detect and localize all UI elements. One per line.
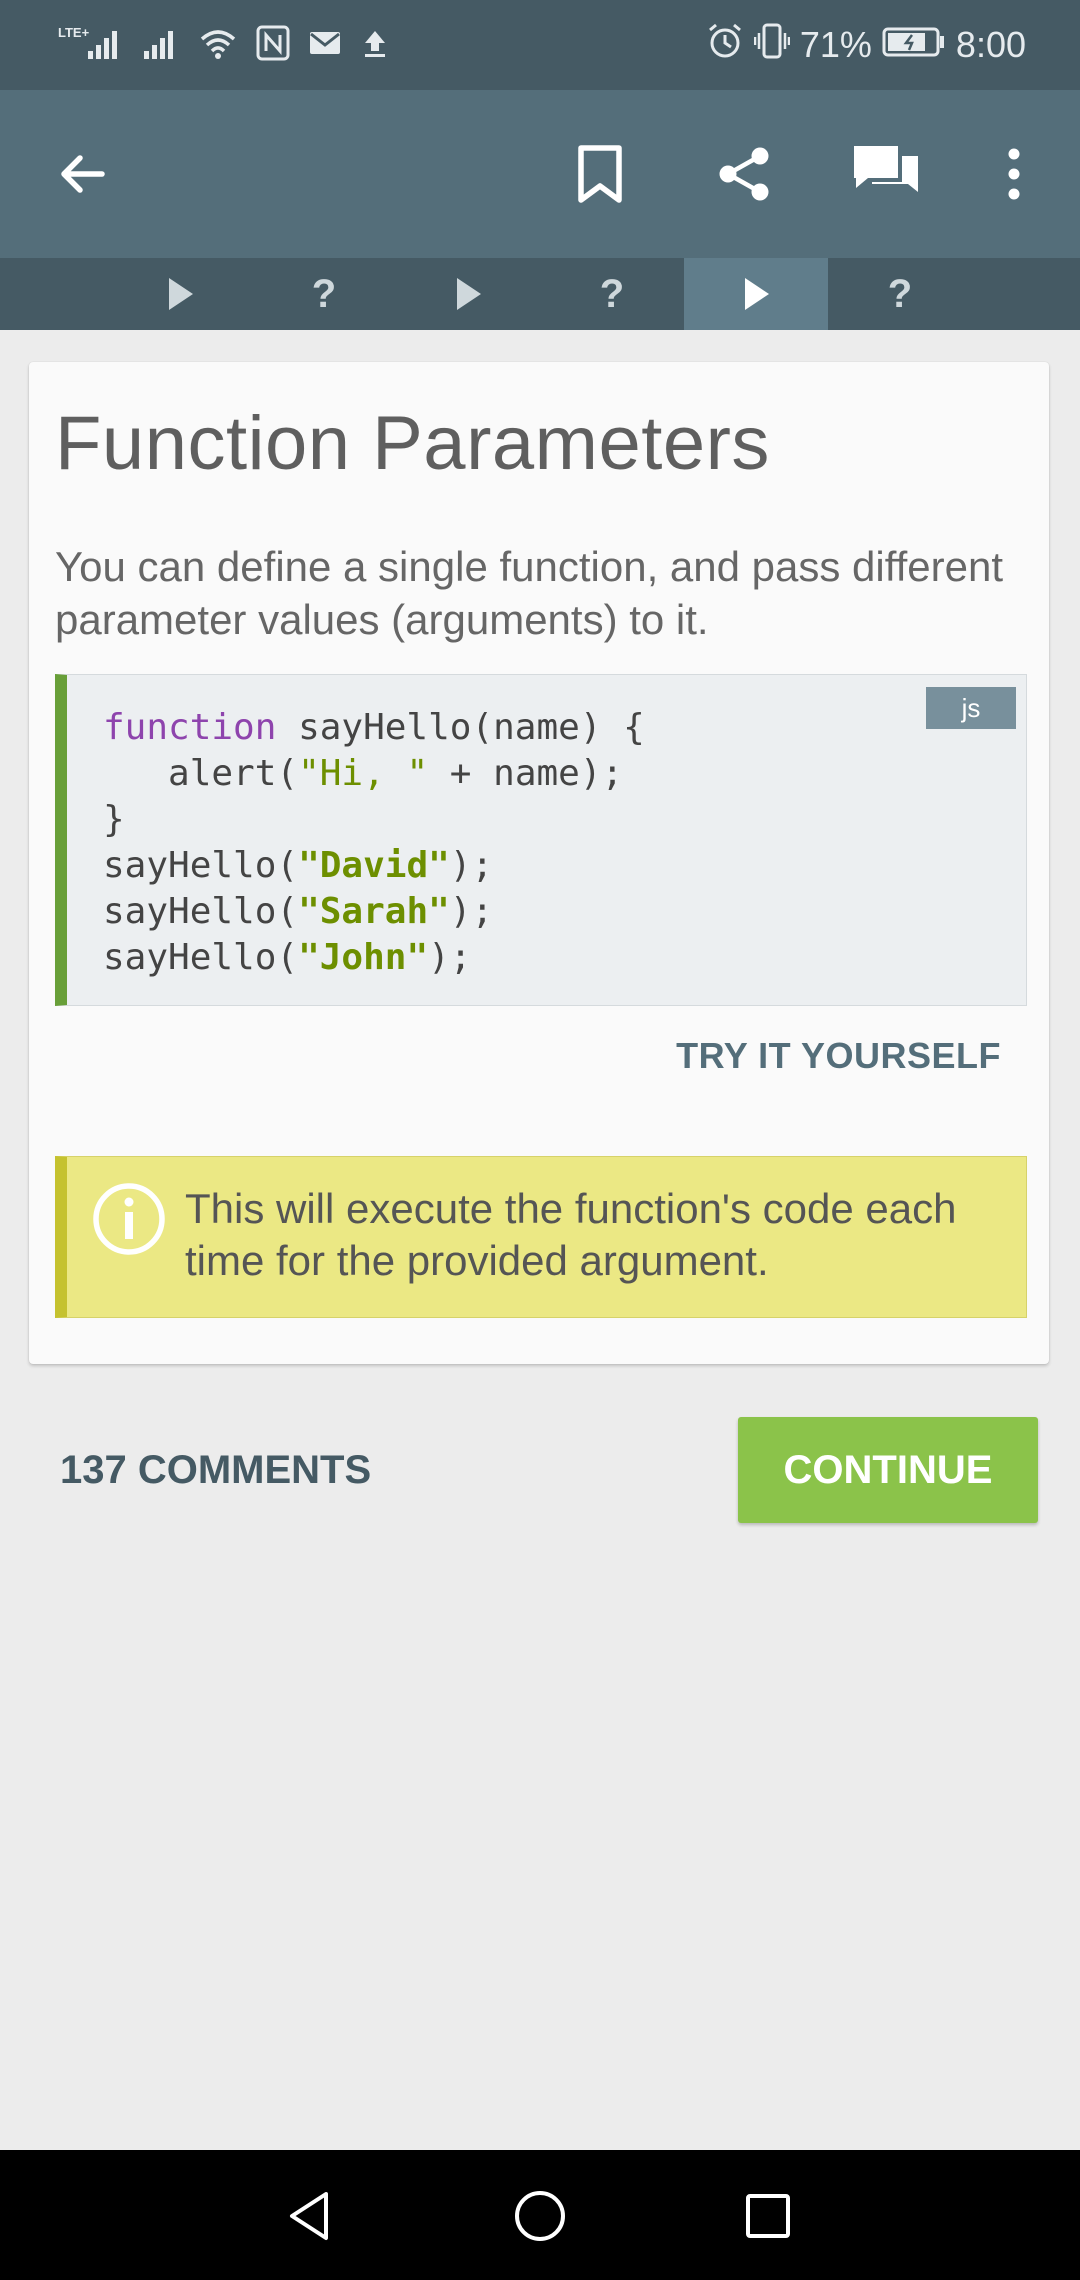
wifi-icon <box>198 23 238 68</box>
quiz-icon: ? <box>887 271 913 316</box>
play-icon <box>745 278 769 310</box>
code-line-4: sayHello("David"); <box>103 845 494 886</box>
back-button[interactable] <box>38 130 126 218</box>
nfc-icon <box>256 23 290 68</box>
lesson-tab-1[interactable] <box>108 258 252 330</box>
lesson-title: Function Parameters <box>55 401 770 486</box>
circle-home-icon <box>515 2191 565 2241</box>
bookmark-icon <box>578 145 622 203</box>
lesson-tab-4[interactable]: ? <box>540 258 684 330</box>
info-icon <box>93 1183 165 1255</box>
code-line-3: } <box>103 799 125 840</box>
bookmark-button[interactable] <box>556 130 644 218</box>
note-text: This will execute the function's code ea… <box>185 1185 957 1284</box>
try-it-yourself-button[interactable]: TRY IT YOURSELF <box>676 1026 1001 1086</box>
comments-button[interactable] <box>842 130 930 218</box>
comments-link[interactable]: 137 COMMENTS <box>60 1440 371 1500</box>
upload-icon <box>360 23 390 68</box>
square-recents-icon <box>746 2194 790 2238</box>
info-note: This will execute the function's code ea… <box>55 1156 1027 1318</box>
clock: 8:00 <box>955 24 1026 65</box>
more-vert-icon <box>1008 148 1020 200</box>
vibrate-icon <box>753 21 791 70</box>
status-icons-right: 71% 8:00 <box>706 22 1026 68</box>
quiz-icon: ? <box>599 271 625 316</box>
lesson-tab-3[interactable] <box>396 258 540 330</box>
comments-icon <box>854 146 918 192</box>
triangle-back-icon <box>290 2192 328 2240</box>
battery-percent: 71% <box>799 24 872 65</box>
lesson-progress-tabs: ? ? ? <box>0 258 1080 330</box>
status-icons-left: LTE+ <box>58 22 390 68</box>
quiz-icon: ? <box>311 271 337 316</box>
app-bar <box>0 90 1080 258</box>
battery-icon <box>882 21 946 70</box>
nav-back-button[interactable] <box>272 2178 348 2254</box>
lesson-tab-6[interactable]: ? <box>828 258 972 330</box>
nav-recents-button[interactable] <box>730 2178 806 2254</box>
nav-home-button[interactable] <box>502 2178 578 2254</box>
code-line-2: alert("Hi, " + name); <box>103 753 624 794</box>
signal-icon <box>140 23 180 68</box>
lesson-tab-2[interactable]: ? <box>252 258 396 330</box>
status-bar: LTE+ 71% 8:00 <box>0 0 1080 90</box>
play-icon <box>169 278 193 310</box>
mail-icon <box>308 23 342 68</box>
code-line-1: function sayHello(name) { <box>103 707 645 748</box>
lesson-card: Function Parameters You can define a sin… <box>29 362 1049 1364</box>
lesson-description: You can define a single function, and pa… <box>55 543 1004 643</box>
share-button[interactable] <box>700 130 788 218</box>
code-block: js function sayHello(name) { alert("Hi, … <box>55 674 1027 1006</box>
play-icon <box>457 278 481 310</box>
code-content: function sayHello(name) { alert("Hi, " +… <box>103 705 645 981</box>
arrow-back-icon <box>61 155 105 193</box>
share-icon <box>719 147 769 201</box>
system-nav-bar <box>0 2150 1080 2280</box>
code-line-6: sayHello("John"); <box>103 937 472 978</box>
svg-text:LTE+: LTE+ <box>58 25 90 40</box>
code-line-5: sayHello("Sarah"); <box>103 891 494 932</box>
lte-signal-icon: LTE+ <box>58 23 122 68</box>
continue-button[interactable]: CONTINUE <box>738 1417 1038 1523</box>
code-language-badge: js <box>926 687 1016 729</box>
more-options-button[interactable] <box>970 130 1058 218</box>
alarm-icon <box>706 21 744 70</box>
lesson-tab-5-active[interactable] <box>684 258 828 330</box>
